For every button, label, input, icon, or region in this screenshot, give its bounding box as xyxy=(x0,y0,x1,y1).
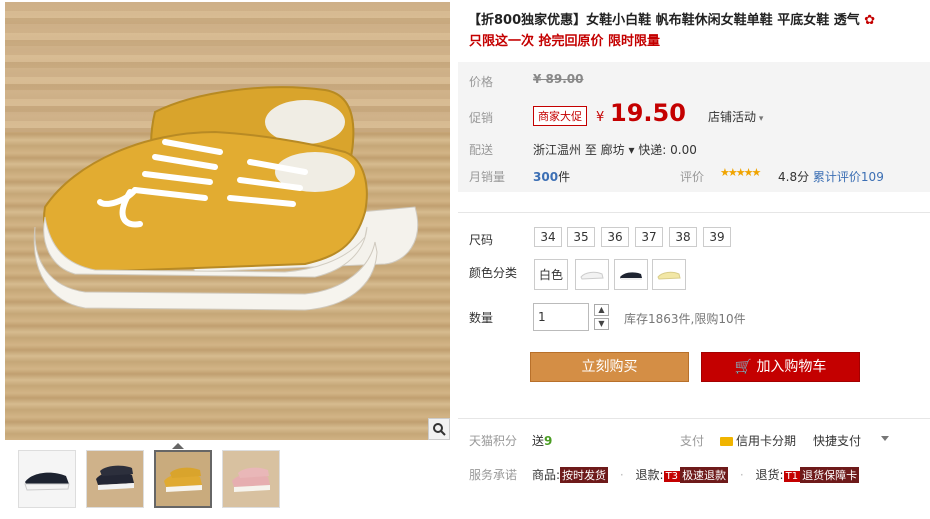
buy-now-button[interactable]: 立刻购买 xyxy=(530,352,689,382)
sales-unit: 件 xyxy=(558,170,571,184)
thumbnail-yellow-pair[interactable] xyxy=(154,450,212,508)
total-reviews-link[interactable]: 累计评价109 xyxy=(813,170,884,184)
divider xyxy=(458,418,930,419)
refund-prefix: 退款: xyxy=(635,468,664,482)
thumbnail-strip xyxy=(18,450,280,508)
credit-installment-option[interactable]: 信用卡分期 xyxy=(720,432,796,449)
black-pair-thumb-icon xyxy=(96,465,134,490)
size-option-34[interactable]: 34 xyxy=(534,227,562,247)
cart-icon: 🛒 xyxy=(734,359,752,375)
cream-shoe-swatch-icon xyxy=(657,271,681,280)
shop-activity-label: 店铺活动 xyxy=(708,110,757,124)
review-label: 评价 xyxy=(680,170,705,184)
payment-more-icon[interactable] xyxy=(881,436,889,441)
quantity-decrease-button[interactable]: ▼ xyxy=(594,318,609,330)
size-option-36[interactable]: 36 xyxy=(601,227,629,247)
points-prefix: 送 xyxy=(532,434,545,448)
color-option-white-shoe[interactable] xyxy=(575,259,609,290)
price-label: 价格 xyxy=(469,75,494,89)
rating-score: 4.8分 xyxy=(778,170,810,184)
current-price: 19.50 xyxy=(610,99,686,127)
size-label: 尺码 xyxy=(469,233,494,247)
service-item-refund[interactable]: 退款: T3 极速退款 xyxy=(635,467,732,483)
white-shoe-swatch-icon xyxy=(580,271,604,280)
promo-tag: 商家大促 xyxy=(533,106,587,126)
shipping-label: 配送 xyxy=(469,143,494,157)
sales-count: 300 xyxy=(533,170,559,184)
currency-symbol: ¥ xyxy=(596,110,605,125)
size-option-37[interactable]: 37 xyxy=(635,227,663,247)
active-thumb-indicator xyxy=(172,443,184,449)
size-option-35[interactable]: 35 xyxy=(567,227,595,247)
quickpay-option[interactable]: 快捷支付 xyxy=(813,432,861,449)
pink-pair-thumb-icon xyxy=(232,467,270,492)
return-card-tag: 退货保障卡 xyxy=(800,467,860,483)
quantity-increase-button[interactable]: ▲ xyxy=(594,304,609,316)
monthly-sales-label: 月销量 xyxy=(469,170,506,184)
product-title: 【折800独家优惠】女鞋小白鞋 帆布鞋休闲女鞋单鞋 平底女鞋 透气 ✿ xyxy=(468,10,928,32)
points-value: 送9 xyxy=(532,432,552,449)
color-label: 颜色分类 xyxy=(469,266,518,280)
on-time-delivery-tag: 按时发货 xyxy=(560,467,609,483)
chevron-down-icon: ▾ xyxy=(756,114,764,124)
product-title-text: 【折800独家优惠】女鞋小白鞋 帆布鞋休闲女鞋单鞋 平底女鞋 透气 xyxy=(468,13,860,28)
payment-label: 支付 xyxy=(680,434,705,448)
stock-info: 库存1863件,限购10件 xyxy=(624,312,746,326)
return-prefix: 退货: xyxy=(755,468,784,482)
rating-stars-icon: ★★★★★ xyxy=(720,166,761,179)
monthly-sales: 300件 xyxy=(533,168,570,185)
add-to-cart-label: 加入购物车 xyxy=(756,359,827,375)
color-option-black-shoe[interactable] xyxy=(614,259,648,290)
service-item-delivery[interactable]: 商品: 按时发货 xyxy=(532,467,612,483)
zoom-button[interactable] xyxy=(428,418,450,440)
original-price: ¥ 89.00 xyxy=(533,72,584,86)
thumbnail-pink-pair[interactable] xyxy=(222,450,280,508)
service-label: 服务承诺 xyxy=(469,468,518,482)
shipping-info[interactable]: 浙江温州 至 廊坊 ▾ 快递: 0.00 xyxy=(533,141,697,158)
delivery-prefix: 商品: xyxy=(532,468,561,482)
add-to-cart-button[interactable]: 🛒 加入购物车 xyxy=(701,352,860,382)
t1-badge: T1 xyxy=(783,471,801,482)
quantity-input[interactable] xyxy=(533,303,589,331)
black-sneaker-thumb-icon xyxy=(24,472,70,491)
service-item-return[interactable]: 退货: T1 退货保障卡 xyxy=(755,467,860,483)
divider xyxy=(458,212,930,213)
flower-emoji-icon: ✿ xyxy=(864,13,876,28)
fast-refund-tag: 极速退款 xyxy=(680,467,729,483)
points-number: 9 xyxy=(544,434,553,448)
size-option-38[interactable]: 38 xyxy=(669,227,697,247)
credit-card-icon xyxy=(720,437,733,446)
color-option-white[interactable]: 白色 xyxy=(534,259,568,290)
size-option-39[interactable]: 39 xyxy=(703,227,731,247)
black-shoe-swatch-icon xyxy=(620,271,642,280)
product-subtitle: 只限这一次 抢完回原价 限时限量 xyxy=(469,34,661,49)
quantity-label: 数量 xyxy=(469,311,494,325)
shop-activity-dropdown[interactable]: 店铺活动 ▾ xyxy=(708,108,763,125)
color-option-cream-shoe[interactable] xyxy=(652,259,686,290)
rating-info[interactable]: 4.8分 累计评价109 xyxy=(778,168,884,185)
points-label: 天猫积分 xyxy=(469,434,518,448)
credit-installment-label: 信用卡分期 xyxy=(736,434,797,448)
thumbnail-black-shoe[interactable] xyxy=(18,450,76,508)
t3-badge: T3 xyxy=(663,471,681,482)
magnifier-icon xyxy=(433,423,446,436)
service-commitments: 商品: 按时发货 · 退款: T3 极速退款 · 退货: T1 退货保障卡 xyxy=(532,466,860,483)
separator-dot: · xyxy=(619,468,624,482)
main-product-photo[interactable] xyxy=(5,2,450,440)
yellow-sneakers-image xyxy=(33,86,419,311)
promo-label: 促销 xyxy=(469,111,494,125)
separator-dot: · xyxy=(739,468,744,482)
thumbnail-black-pair[interactable] xyxy=(86,450,144,508)
yellow-pair-thumb-icon xyxy=(164,467,202,492)
